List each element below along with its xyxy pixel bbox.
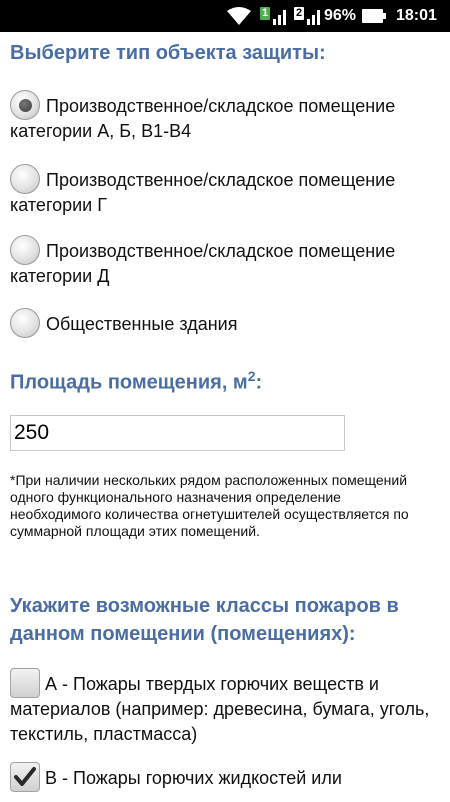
radio-label: Производственное/складское помещение кат… bbox=[10, 241, 396, 286]
area-note: *При наличии нескольких рядом расположен… bbox=[10, 472, 409, 539]
sim1-label: 1 bbox=[262, 7, 269, 19]
radio-option-public-buildings[interactable]: Общественные здания bbox=[10, 308, 440, 340]
radio-option-category-g[interactable]: Производственное/складское помещение кат… bbox=[10, 164, 440, 219]
area-heading: Площадь помещения, м2: bbox=[10, 362, 262, 397]
radio-label: Производственное/складское помещение кат… bbox=[10, 170, 396, 215]
sim2-signal-icon: 2 bbox=[294, 0, 322, 32]
checkbox-option-class-a[interactable]: А - Пожары твердых горючих веществ и мат… bbox=[10, 668, 440, 748]
area-input[interactable]: 250 bbox=[10, 415, 345, 451]
checkbox-option-class-b[interactable]: В - Пожары горючих жидкостей или bbox=[10, 762, 440, 802]
sim1-signal-icon: 1 bbox=[260, 0, 288, 32]
area-heading-suffix: : bbox=[255, 371, 263, 394]
object-type-heading: Выберите тип объекта защиты: bbox=[10, 42, 326, 64]
radio-option-category-d[interactable]: Производственное/складское помещение кат… bbox=[10, 235, 440, 290]
sim2-label: 2 bbox=[296, 7, 303, 19]
clock: 18:01 bbox=[396, 7, 437, 24]
fire-classes-heading: Укажите возможные классы пожаров в данно… bbox=[10, 595, 399, 645]
radio-label: Общественные здания bbox=[46, 314, 238, 334]
radio-option-category-abv[interactable]: Производственное/складское помещение кат… bbox=[10, 90, 440, 145]
area-heading-sup: 2 bbox=[247, 368, 256, 384]
battery-icon bbox=[362, 0, 386, 32]
checkbox-label: В - Пожары горючих жидкостей или bbox=[45, 768, 342, 788]
checkbox-label: А - Пожары твердых горючих веществ и мат… bbox=[10, 674, 430, 744]
status-bar: 1 2 96% 18:01 bbox=[0, 0, 450, 32]
main-content: Выберите тип объекта защиты: Производств… bbox=[0, 32, 450, 800]
area-heading-text: Площадь помещения, м bbox=[10, 371, 248, 394]
wifi-icon bbox=[226, 0, 252, 32]
battery-percent: 96% bbox=[324, 7, 357, 24]
radio-label: Производственное/складское помещение кат… bbox=[10, 96, 396, 141]
